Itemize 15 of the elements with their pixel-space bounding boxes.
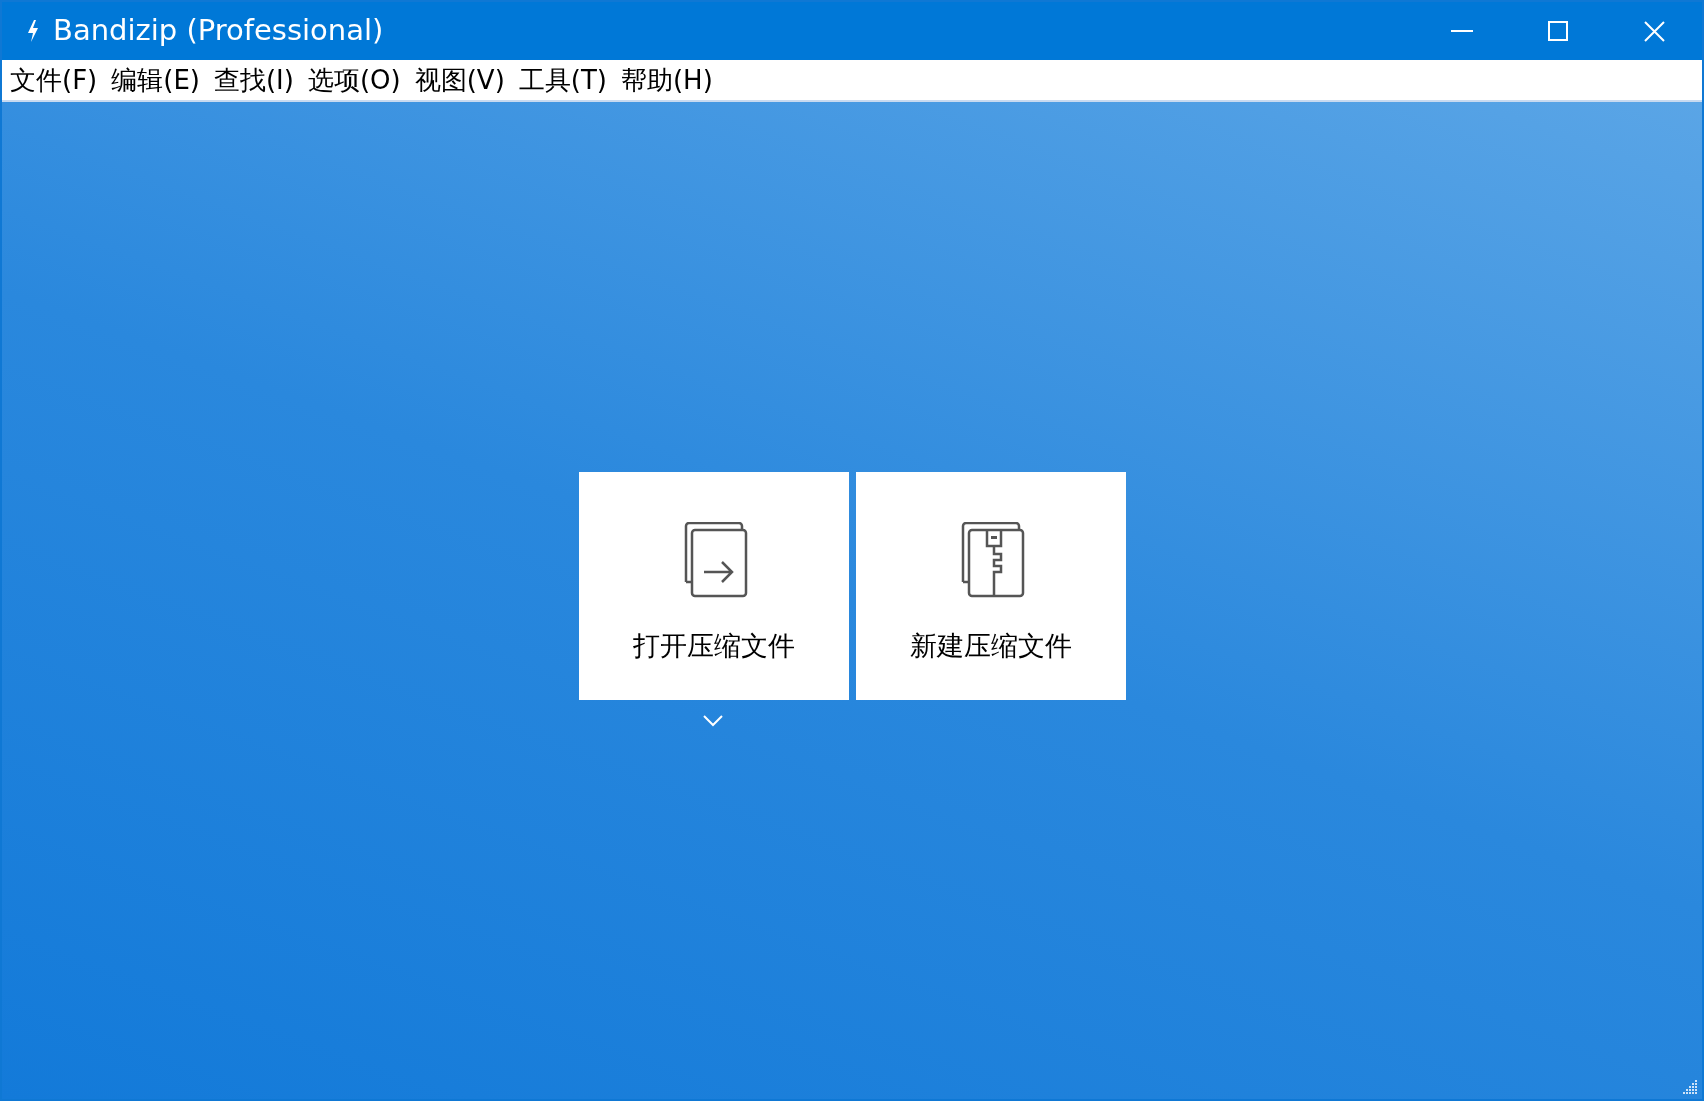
menu-item[interactable]: 选项(O) <box>307 60 401 100</box>
new-archive-button[interactable]: 新建压缩文件 <box>855 472 1126 700</box>
minimize-icon <box>1451 30 1473 32</box>
menu-item[interactable]: 视图(V) <box>414 60 505 100</box>
maximize-icon <box>1548 21 1568 41</box>
chevron-down-icon[interactable] <box>703 715 723 727</box>
resize-grip-icon[interactable] <box>1680 1077 1698 1095</box>
menu-item[interactable]: 工具(T) <box>518 60 607 100</box>
close-icon <box>1643 20 1665 42</box>
menu-item[interactable]: 编辑(E) <box>111 60 200 100</box>
menu-item[interactable]: 文件(F) <box>10 60 98 100</box>
window-title: Bandizip (Professional) <box>53 12 384 50</box>
menu-item[interactable]: 查找(I) <box>213 60 294 100</box>
open-archive-button[interactable]: 打开压缩文件 <box>578 472 849 700</box>
menu-item[interactable]: 帮助(H) <box>620 60 713 100</box>
